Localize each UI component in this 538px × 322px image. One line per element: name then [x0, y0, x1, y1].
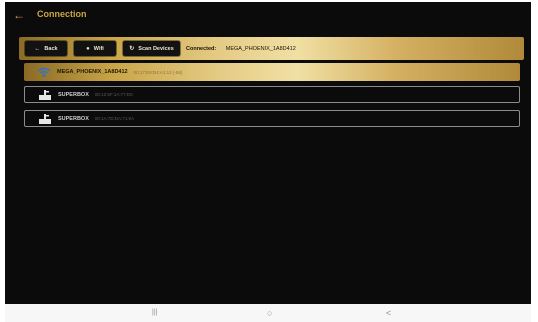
- wifi-device-icon: [37, 67, 51, 77]
- device-meta: 00:17:E9:D4:A1:12 (-58): [133, 69, 183, 75]
- device-meta: 00:1A:7D:DA:71:0A: [94, 116, 135, 121]
- home-icon[interactable]: ○: [267, 308, 272, 318]
- wifi-button[interactable]: ● Wifi: [74, 41, 116, 56]
- device-meta: 00:12:6F:1A:77:D0: [94, 92, 133, 97]
- back-arrow-icon[interactable]: ←: [13, 8, 25, 22]
- device-name: SUPERBOX: [58, 91, 89, 98]
- connected-label: Connected:: [186, 46, 217, 52]
- connected-device-name: MEGA_PHOENIX_1A8D412: [225, 46, 296, 52]
- device-row[interactable]: SUPERBOX 00:1A:7D:DA:71:0A: [24, 110, 520, 127]
- back-arrow-icon: ←: [34, 45, 41, 52]
- back-button[interactable]: ← Back: [25, 41, 67, 56]
- wifi-dot-icon: ●: [86, 45, 90, 52]
- bluetooth-device-icon: [39, 89, 51, 100]
- refresh-icon: ↻: [129, 46, 135, 52]
- bluetooth-device-icon: [39, 113, 51, 124]
- device-name: MEGA_PHOENIX_1A8D412: [57, 69, 128, 75]
- device-name: SUPERBOX: [58, 115, 89, 122]
- app-screen: ← Connection ← Back ● Wifi ↻ Scan Device…: [5, 2, 531, 304]
- scan-devices-button[interactable]: ↻ Scan Devices: [123, 41, 180, 56]
- wifi-button-label: Wifi: [93, 45, 104, 52]
- page-title: Connection: [37, 9, 87, 19]
- device-row[interactable]: SUPERBOX 00:12:6F:1A:77:D0: [24, 86, 520, 103]
- back-button-label: Back: [44, 45, 58, 52]
- scan-devices-label: Scan Devices: [138, 45, 174, 52]
- device-row-active[interactable]: MEGA_PHOENIX_1A8D412 00:17:E9:D4:A1:12 (…: [24, 63, 520, 81]
- connected-status: Connected: MEGA_PHOENIX_1A8D412: [186, 46, 296, 52]
- system-nav-bar: ||| ○ <: [5, 304, 531, 322]
- app-bar: ← Connection: [5, 2, 531, 30]
- nav-back-icon[interactable]: <: [386, 308, 391, 318]
- recents-icon[interactable]: |||: [152, 308, 157, 318]
- connection-toolbar: ← Back ● Wifi ↻ Scan Devices Connected: …: [19, 37, 524, 60]
